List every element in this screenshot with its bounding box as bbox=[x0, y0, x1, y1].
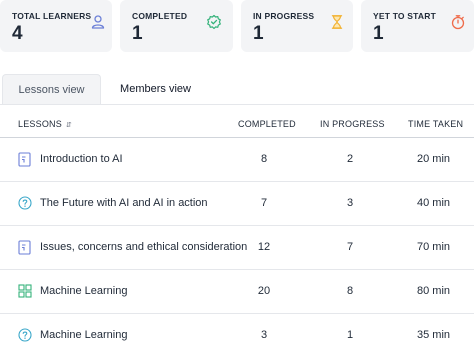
in-progress-count: 8 bbox=[346, 285, 354, 297]
completed-count: 7 bbox=[260, 197, 268, 209]
tab-lessons-view[interactable]: Lessons view bbox=[2, 74, 101, 104]
stat-value: 4 bbox=[12, 23, 23, 44]
in-progress-count: 3 bbox=[346, 197, 354, 209]
time-taken: 40 min bbox=[417, 197, 451, 209]
completed-count: 12 bbox=[257, 241, 271, 253]
header-time-taken: TIME TAKEN bbox=[408, 119, 464, 129]
table-row[interactable]: Issues, concerns and ethical considerati… bbox=[0, 226, 474, 270]
document-icon bbox=[18, 152, 31, 167]
lesson-title[interactable]: Machine Learning bbox=[40, 285, 127, 297]
lesson-title[interactable]: Machine Learning bbox=[40, 329, 127, 341]
stat-value: 1 bbox=[373, 23, 384, 44]
sort-icon[interactable]: ⇵ bbox=[66, 122, 72, 129]
header-in-progress: IN PROGRESS bbox=[320, 119, 385, 129]
in-progress-count: 1 bbox=[346, 329, 354, 341]
quiz-icon bbox=[18, 328, 32, 342]
user-icon bbox=[91, 15, 105, 29]
time-taken: 70 min bbox=[417, 241, 451, 253]
header-lessons-label: LESSONS bbox=[18, 119, 62, 129]
completed-count: 8 bbox=[260, 153, 268, 165]
quiz-icon bbox=[18, 196, 32, 210]
stat-value: 1 bbox=[253, 23, 264, 44]
tab-members-view[interactable]: Members view bbox=[108, 74, 203, 104]
table-row[interactable]: Machine Learning 20 8 80 min bbox=[0, 270, 474, 314]
time-taken: 20 min bbox=[417, 153, 451, 165]
view-tabs: Lessons view Members view bbox=[0, 74, 474, 104]
table-header: LESSONS ⇵ COMPLETED IN PROGRESS TIME TAKE… bbox=[0, 105, 474, 138]
completed-count: 3 bbox=[260, 329, 268, 341]
stats-row: TOTAL LEARNERS 4 COMPLETED 1 IN PROGRESS… bbox=[0, 0, 474, 52]
grid-icon bbox=[18, 284, 32, 298]
stat-card-yet-to-start: YET TO START 1 bbox=[361, 0, 474, 52]
document-icon bbox=[18, 240, 31, 255]
stat-label: TOTAL LEARNERS bbox=[12, 11, 92, 21]
header-lessons[interactable]: LESSONS ⇵ bbox=[18, 119, 72, 129]
in-progress-count: 2 bbox=[346, 153, 354, 165]
stat-card-completed: COMPLETED 1 bbox=[120, 0, 233, 52]
stat-value: 1 bbox=[132, 23, 143, 44]
time-taken: 35 min bbox=[417, 329, 451, 341]
timer-icon bbox=[451, 15, 465, 30]
time-taken: 80 min bbox=[417, 285, 451, 297]
table-row[interactable]: The Future with AI and AI in action 7 3 … bbox=[0, 182, 474, 226]
table-row[interactable]: Introduction to AI 8 2 20 min bbox=[0, 138, 474, 182]
hourglass-icon bbox=[331, 15, 343, 29]
table-row[interactable]: Machine Learning 3 1 35 min bbox=[0, 314, 474, 356]
gear-badge-icon bbox=[207, 14, 221, 30]
stat-card-in-progress: IN PROGRESS 1 bbox=[241, 0, 353, 52]
stat-card-total-learners: TOTAL LEARNERS 4 bbox=[0, 0, 112, 52]
lesson-title[interactable]: The Future with AI and AI in action bbox=[40, 197, 208, 209]
stat-label: IN PROGRESS bbox=[253, 11, 315, 21]
lesson-title[interactable]: Introduction to AI bbox=[40, 153, 123, 165]
lesson-title[interactable]: Issues, concerns and ethical considerati… bbox=[40, 241, 247, 253]
completed-count: 20 bbox=[257, 285, 271, 297]
in-progress-count: 7 bbox=[346, 241, 354, 253]
header-completed: COMPLETED bbox=[238, 119, 296, 129]
stat-label: COMPLETED bbox=[132, 11, 188, 21]
stat-label: YET TO START bbox=[373, 11, 437, 21]
